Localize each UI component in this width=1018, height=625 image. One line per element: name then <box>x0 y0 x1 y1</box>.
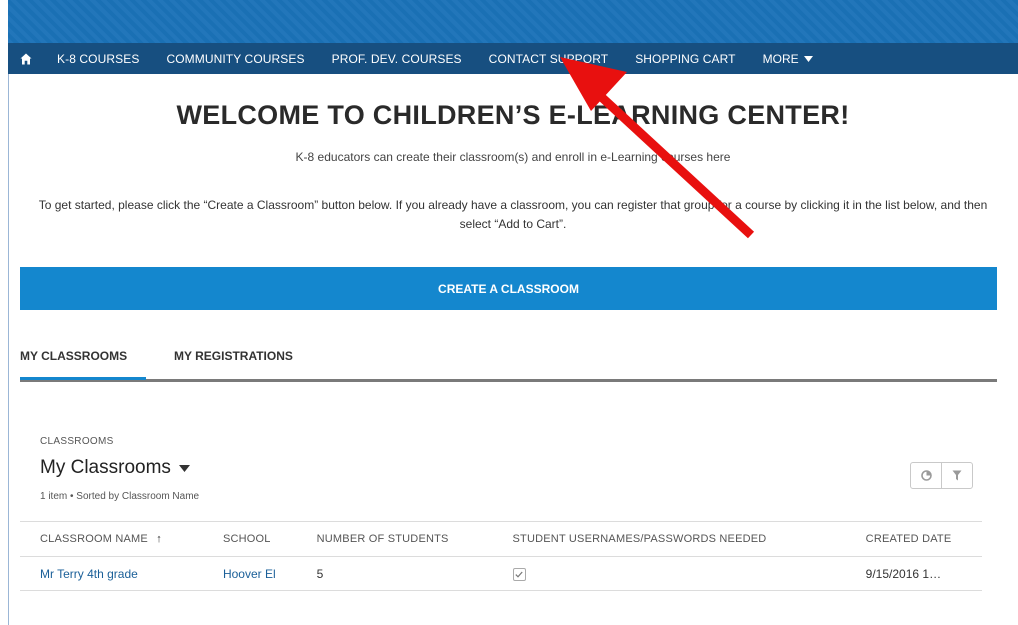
column-header-school[interactable]: SCHOOL <box>202 521 297 557</box>
created-date-cell: 9/15/2016 1… <box>845 556 982 591</box>
nav-more-menu[interactable]: MORE <box>763 52 813 66</box>
school-link[interactable]: Hoover El <box>223 567 276 581</box>
nav-community-courses[interactable]: COMMUNITY COURSES <box>166 52 304 66</box>
column-header-created-date[interactable]: CREATED DATE <box>845 521 982 557</box>
home-icon[interactable] <box>20 52 33 65</box>
column-header-number-of-students[interactable]: NUMBER OF STUDENTS <box>296 521 493 557</box>
sort-arrow-icon: ↑ <box>156 533 162 545</box>
column-header-classroom-name[interactable]: CLASSROOM NAME ↑ <box>20 521 203 557</box>
number-of-students-cell: 5 <box>296 556 493 591</box>
instructions-text: To get started, please click the “Create… <box>38 198 988 231</box>
active-tab-indicator <box>20 377 146 380</box>
create-classroom-button[interactable]: CREATE A CLASSROOM <box>20 267 997 310</box>
column-header-passwords-needed[interactable]: STUDENT USERNAMES/PASSWORDS NEEDED <box>492 521 846 557</box>
nav-more-label: MORE <box>762 51 799 66</box>
caret-down-icon <box>803 55 813 62</box>
table-row: Mr Terry 4th grade Hoover El 5 9/15/2016… <box>20 556 982 591</box>
table-header-row: CLASSROOM NAME ↑ SCHOOL NUMBER OF STUDEN… <box>20 521 982 557</box>
list-eyebrow: CLASSROOMS <box>40 436 114 447</box>
header-banner <box>8 0 1018 43</box>
nav-prof-dev-courses[interactable]: PROF. DEV. COURSES <box>332 52 462 66</box>
nav-k8-courses[interactable]: K-8 COURSES <box>57 52 139 66</box>
page-subtitle: K-8 educators can create their classroom… <box>295 150 731 164</box>
tab-my-registrations[interactable]: MY REGISTRATIONS <box>174 349 293 363</box>
chart-icon[interactable] <box>911 463 941 488</box>
classroom-name-link[interactable]: Mr Terry 4th grade <box>40 567 138 581</box>
list-view-selector[interactable]: My Classrooms <box>40 457 190 479</box>
passwords-needed-checkbox <box>512 567 526 581</box>
nav-shopping-cart[interactable]: SHOPPING CART <box>635 52 735 66</box>
checkmark-icon <box>515 571 523 578</box>
filter-icon[interactable] <box>941 463 972 488</box>
list-meta: 1 item • Sorted by Classroom Name <box>40 491 200 502</box>
list-title: My Classrooms <box>40 457 171 478</box>
page-title: WELCOME TO CHILDREN’S E-LEARNING CENTER! <box>176 100 850 130</box>
caret-down-icon <box>178 464 190 472</box>
top-nav: K-8 COURSES COMMUNITY COURSES PROF. DEV.… <box>8 43 1018 74</box>
tab-my-classrooms[interactable]: MY CLASSROOMS <box>20 349 127 363</box>
classroom-tabs: MY CLASSROOMS MY REGISTRATIONS <box>20 340 997 382</box>
classrooms-table: CLASSROOM NAME ↑ SCHOOL NUMBER OF STUDEN… <box>20 521 982 591</box>
list-tools <box>910 462 973 489</box>
nav-contact-support[interactable]: CONTACT SUPPORT <box>489 52 609 66</box>
